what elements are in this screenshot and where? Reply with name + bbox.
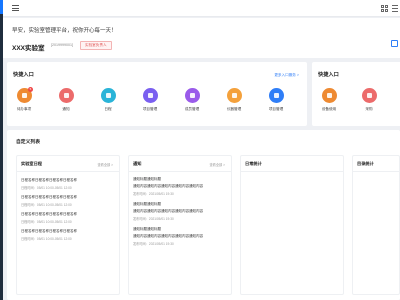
more-menu-icon[interactable] bbox=[392, 5, 398, 12]
quick-entry-title: 快捷入口 bbox=[13, 72, 34, 78]
menu-toggle-icon[interactable] bbox=[12, 5, 19, 11]
catalog-stats-column: 目录统计 bbox=[352, 155, 400, 295]
quick-entry-label: 待办事项 bbox=[16, 107, 32, 111]
quick-entry-label: 日程 bbox=[104, 107, 112, 111]
notice-view-all-link[interactable]: 查看全部 > bbox=[210, 162, 226, 167]
app-grid-icon[interactable] bbox=[381, 5, 388, 12]
calendar-icon bbox=[100, 88, 116, 103]
notice-item-content: 通知内容通知内容通知内容通知内容通知内容 bbox=[133, 209, 203, 213]
folder-icon bbox=[268, 88, 284, 103]
schedule-item-title: 日程名称日程名称日程名称日程名称 bbox=[21, 178, 77, 182]
quick-entry-label: 设备使用 bbox=[321, 107, 337, 111]
notice-column: 通知 查看全部 > 通知标题通知标题 通知内容通知内容通知内容通知内容通知内容 发布… bbox=[128, 155, 232, 295]
quick-entry-item[interactable]: 5 待办事项 bbox=[6, 87, 42, 112]
notice-item-time: 发布时间：2021/05/01 19:30 bbox=[133, 242, 174, 246]
schedule-item[interactable]: 日程名称日程名称日程名称日程名称 日程时间：05/01 10:00-05/01 1… bbox=[21, 212, 115, 224]
welcome-panel: 早安，实验室管理平台，祝你开心每一天！ XXX实验室 [2019999001] … bbox=[3, 18, 400, 58]
schedule-view-all-link[interactable]: 查看全部 > bbox=[98, 162, 114, 167]
quick-entry-label: 项目管理 bbox=[142, 107, 158, 111]
member-icon bbox=[184, 88, 200, 103]
notice-item-content: 通知内容通知内容通知内容通知内容通知内容 bbox=[133, 184, 203, 188]
quick-entry-label: 项目管理 bbox=[268, 107, 284, 111]
purchase-icon bbox=[361, 88, 377, 103]
quick-entry-card: 快捷入口 更多入口服务 > 5 待办事项 通知 日程 项目管理 成员管理 仪器管理 项目管理 bbox=[7, 62, 307, 126]
top-bar bbox=[3, 0, 400, 17]
notice-item-title: 通知标题通知标题 bbox=[133, 177, 161, 181]
schedule-item-time: 日程时间：05/01 10:00-05/01 12:00 bbox=[21, 186, 72, 190]
schedule-item-time: 日程时间：05/01 10:00-05/01 12:00 bbox=[21, 203, 72, 207]
daily-stats-column: 日常统计 bbox=[240, 155, 344, 295]
notice-column-title: 通知 bbox=[133, 161, 142, 166]
schedule-item[interactable]: 日程名称日程名称日程名称日程名称 日程时间：05/01 10:00-05/01 1… bbox=[21, 178, 115, 190]
device-icon bbox=[321, 88, 337, 103]
schedule-item-time: 日程时间：05/01 10:00-05/01 12:00 bbox=[21, 220, 72, 224]
greeting-text: 早安，实验室管理平台，祝你开心每一天！ bbox=[12, 28, 117, 34]
schedule-column-title: 实验室日程 bbox=[21, 161, 42, 166]
notice-item-title: 通知标题通知标题 bbox=[133, 227, 161, 231]
quick-entry-item[interactable]: 日程 bbox=[90, 88, 126, 112]
quick-entry-item[interactable]: 采购 bbox=[351, 88, 387, 112]
lab-code: [2019999001] bbox=[51, 43, 73, 47]
notice-item-time: 发布时间：2021/05/01 19:30 bbox=[133, 217, 174, 221]
quick-entry-label: 采购 bbox=[365, 107, 373, 111]
quick-entry-item[interactable]: 成员管理 bbox=[174, 88, 210, 112]
quick-entry-item[interactable]: 项目管理 bbox=[258, 88, 294, 112]
schedule-item[interactable]: 日程名称日程名称日程名称日程名称 日程时间：05/01 10:00-05/01 1… bbox=[21, 229, 115, 241]
quick-entry-more-link[interactable]: 更多入口服务 > bbox=[274, 73, 299, 78]
quick-entry-item[interactable]: 通知 bbox=[48, 88, 84, 112]
quick-entry-secondary-title: 快捷入口 bbox=[318, 72, 339, 78]
quick-entry-card-secondary: 快捷入口 设备使用 采购 bbox=[312, 62, 400, 126]
quick-entry-item[interactable]: 设备使用 bbox=[311, 88, 347, 112]
quick-entry-label: 成员管理 bbox=[184, 107, 200, 111]
notice-item[interactable]: 通知标题通知标题通知内容通知内容通知内容通知内容通知内容 发布时间：2021/05… bbox=[133, 227, 227, 246]
quick-entry-item[interactable]: 项目管理 bbox=[132, 88, 168, 112]
schedule-item[interactable]: 日程名称日程名称日程名称日程名称 日程时间：05/01 10:00-05/01 1… bbox=[21, 195, 115, 207]
notice-item-title: 通知标题通知标题 bbox=[133, 202, 161, 206]
role-badge: 实验室负责人 bbox=[80, 41, 112, 50]
notice-item-time: 发布时间：2021/05/01 19:30 bbox=[133, 192, 174, 196]
custom-list-title: 自定义列表 bbox=[16, 140, 40, 145]
quick-entry-label: 通知 bbox=[62, 107, 70, 111]
edit-icon[interactable] bbox=[391, 40, 398, 47]
catalog-stats-title: 目录统计 bbox=[357, 161, 374, 166]
badge-count: 5 bbox=[28, 87, 33, 92]
schedule-column: 实验室日程 查看全部 > 日程名称日程名称日程名称日程名称 日程时间：05/01 … bbox=[16, 155, 120, 295]
notice-item[interactable]: 通知标题通知标题通知内容通知内容通知内容通知内容通知内容 发布时间：2021/05… bbox=[133, 202, 227, 221]
schedule-item-time: 日程时间：05/01 10:00-05/01 12:00 bbox=[21, 237, 72, 241]
quick-entry-label: 仪器管理 bbox=[226, 107, 242, 111]
daily-stats-title: 日常统计 bbox=[245, 161, 262, 166]
instrument-icon bbox=[226, 88, 242, 103]
lab-name: XXX实验室 bbox=[12, 45, 45, 52]
schedule-item-title: 日程名称日程名称日程名称日程名称 bbox=[21, 195, 77, 199]
notice-icon bbox=[58, 88, 74, 103]
schedule-item-title: 日程名称日程名称日程名称日程名称 bbox=[21, 229, 77, 233]
quick-entry-item[interactable]: 仪器管理 bbox=[216, 88, 252, 112]
schedule-item-title: 日程名称日程名称日程名称日程名称 bbox=[21, 212, 77, 216]
notice-item-content: 通知内容通知内容通知内容通知内容通知内容 bbox=[133, 234, 203, 238]
project-icon bbox=[142, 88, 158, 103]
quick-entry-item[interactable] bbox=[391, 88, 400, 107]
notice-item[interactable]: 通知标题通知标题通知内容通知内容通知内容通知内容通知内容 发布时间：2021/05… bbox=[133, 177, 227, 196]
